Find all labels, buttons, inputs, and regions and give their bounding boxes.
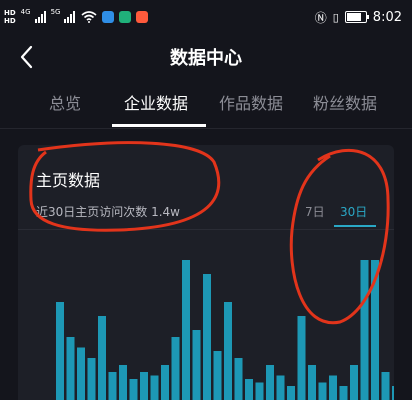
chart-bar <box>360 260 369 400</box>
chart-bar <box>66 337 75 400</box>
chart-bar <box>150 375 159 400</box>
chart-bar <box>56 302 64 400</box>
chart-bar <box>350 365 358 400</box>
signal-1-icon <box>34 11 46 23</box>
app-notification-icon-1 <box>102 11 115 23</box>
wifi-icon <box>81 11 97 23</box>
page-title: 数据中心 <box>170 48 242 69</box>
chart-bar <box>255 382 264 400</box>
active-tab-indicator <box>112 124 206 127</box>
nav-bar: 数据中心 <box>0 36 412 80</box>
hd-label-bottom: HD <box>4 17 16 25</box>
network-type-2: 5G <box>50 8 61 16</box>
tab-enterprise-data[interactable]: 企业数据 <box>124 90 188 114</box>
chart-bar <box>213 351 222 400</box>
chart-bar <box>140 372 148 400</box>
chart-bar <box>392 386 394 400</box>
chart-bar <box>297 316 306 400</box>
chart-bar <box>329 375 337 400</box>
hd-label-top: HD <box>4 9 16 17</box>
status-bar: HD HD 4G 5G Ⓝ ▯ 8:02 <box>0 0 412 34</box>
chart-bar <box>129 379 138 400</box>
tab-works-data[interactable]: 作品数据 <box>219 90 283 114</box>
chart-bar <box>182 260 190 400</box>
chart-bar <box>308 365 316 400</box>
chart-bar <box>203 274 211 400</box>
nfc-icon: Ⓝ <box>314 10 327 25</box>
chart-bar <box>381 372 390 400</box>
chart-bar <box>77 347 85 400</box>
hd-indicator: HD HD <box>4 9 16 25</box>
tab-overview[interactable]: 总览 <box>49 90 81 114</box>
chart-bar <box>339 386 348 400</box>
vibrate-icon: ▯ <box>332 10 339 24</box>
chart-bar <box>119 365 127 400</box>
signal-2-icon <box>64 11 76 23</box>
status-bar-left: HD HD 4G 5G <box>0 4 149 30</box>
chart-bar <box>87 358 96 400</box>
chart-bar <box>161 365 169 400</box>
status-bar-right: Ⓝ ▯ 8:02 <box>315 4 402 30</box>
homepage-data-card: 主页数据 近30日主页访问次数 1.4w 7日 30日 <box>18 145 394 400</box>
chart-bar <box>371 260 379 400</box>
visits-bar-chart <box>56 260 394 400</box>
chart-bar <box>192 330 201 400</box>
app-notification-icon-2 <box>119 11 132 23</box>
chart-bar <box>245 379 253 400</box>
tab-bar: 总览 企业数据 作品数据 粉丝数据 <box>0 82 412 129</box>
tab-fans-data[interactable]: 粉丝数据 <box>313 90 377 114</box>
app-notification-icon-3 <box>136 11 149 23</box>
chart-bar <box>287 386 295 400</box>
battery-icon <box>344 11 369 23</box>
chart-bar <box>108 372 117 400</box>
chart-bar <box>276 375 285 400</box>
chart-bar <box>98 316 106 400</box>
chart-bar <box>234 358 243 400</box>
network-type-1: 4G <box>20 8 31 16</box>
chart-bar <box>224 302 232 400</box>
chart-bar <box>171 337 180 400</box>
status-time: 8:02 <box>372 9 402 25</box>
chart-bar <box>318 382 327 400</box>
chart-bar <box>266 365 274 400</box>
